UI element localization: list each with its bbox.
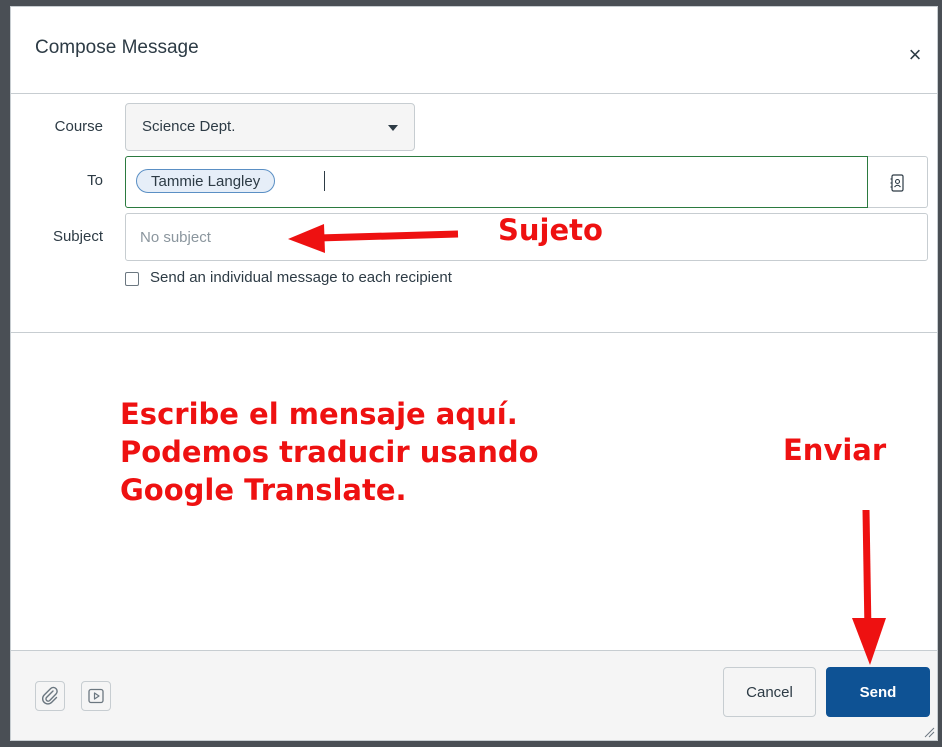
- individual-message-label[interactable]: Send an individual message to each recip…: [150, 269, 452, 286]
- message-annotation-line: Escribe el mensaje aquí.: [120, 397, 518, 431]
- message-annotation-line: Podemos traducir usando: [120, 435, 539, 469]
- paperclip-icon: [41, 686, 58, 705]
- address-book-icon: [890, 174, 904, 192]
- dialog-header: Compose Message ×: [11, 7, 937, 94]
- course-select-value: Science Dept.: [142, 118, 236, 135]
- close-icon: ×: [908, 42, 922, 67]
- message-annotation: Escribe el mensaje aquí. Podemos traduci…: [120, 395, 539, 509]
- compose-message-dialog: Compose Message × Course Science Dept. T…: [10, 6, 938, 741]
- caret-down-icon: [388, 125, 398, 131]
- course-label: Course: [54, 118, 103, 135]
- dialog-title: Compose Message: [35, 37, 199, 58]
- cancel-button[interactable]: Cancel: [723, 667, 816, 717]
- record-media-button[interactable]: [81, 681, 111, 711]
- message-annotation-line: Google Translate.: [120, 473, 407, 507]
- subject-label: Subject: [52, 228, 103, 245]
- course-select[interactable]: Science Dept.: [125, 103, 415, 151]
- recipient-input[interactable]: Tammie Langley: [125, 156, 868, 208]
- text-cursor: [324, 171, 325, 191]
- attach-file-button[interactable]: [35, 681, 65, 711]
- subject-annotation: Sujeto: [498, 213, 603, 247]
- recipient-token[interactable]: Tammie Langley: [136, 169, 276, 193]
- resize-handle-icon[interactable]: [923, 726, 935, 738]
- dialog-footer: Cancel Send: [11, 650, 937, 740]
- send-button[interactable]: Send: [826, 667, 930, 717]
- to-label: To: [87, 172, 103, 189]
- individual-message-checkbox[interactable]: [125, 272, 139, 286]
- media-play-icon: [88, 688, 104, 704]
- close-button[interactable]: ×: [903, 43, 927, 67]
- address-book-button[interactable]: [868, 156, 928, 208]
- send-annotation: Enviar: [783, 433, 887, 467]
